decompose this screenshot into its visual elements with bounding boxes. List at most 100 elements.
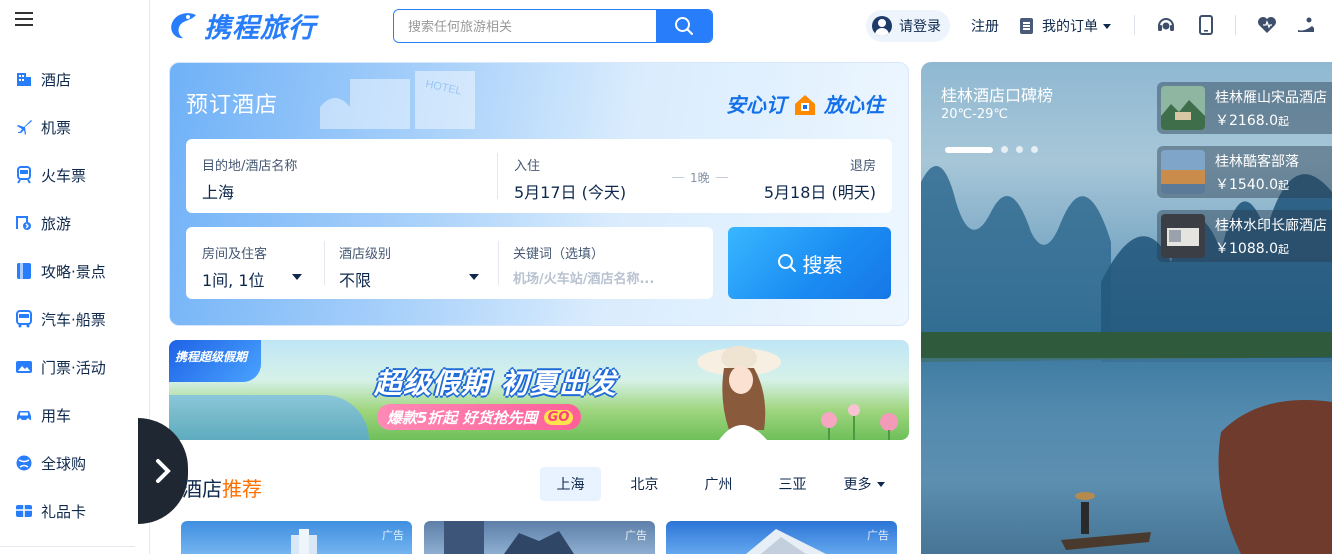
sidebar-item-label: 礼品卡 — [41, 502, 87, 521]
hotel-photo — [291, 529, 317, 554]
keyword-placeholder: 机场/火车站/酒店名称... — [513, 272, 655, 287]
keyword-input[interactable]: 关键词（选填） 机场/火车站/酒店名称... — [499, 227, 713, 299]
checkin-field[interactable]: 入住 5月17日 (今天) — [498, 139, 658, 213]
sidebar-item-bus[interactable]: 汽车·船票 — [0, 299, 150, 339]
ticket-icon — [15, 358, 33, 376]
sidebar-item-gift-card[interactable]: 礼品卡 — [0, 491, 150, 531]
destination-date-row: 目的地/酒店名称 上海 入住 5月17日 (今天) 1晚 退房 5月18日 (明… — [186, 139, 892, 213]
tab-city-beijing[interactable]: 北京 — [614, 467, 675, 501]
hotel-search-button[interactable]: 搜索 — [728, 227, 891, 299]
carousel-dot[interactable] — [1001, 146, 1008, 153]
ctrip-logo[interactable]: 携程旅行 — [168, 6, 316, 44]
star-level-label: 酒店级别 — [339, 247, 392, 262]
search-icon — [777, 254, 796, 272]
chevron-down-icon — [1103, 23, 1111, 29]
tab-city-guangzhou[interactable]: 广州 — [688, 467, 749, 501]
customer-service-icon[interactable] — [1156, 15, 1176, 35]
scenic-title: 桂林酒店口碑榜 — [941, 86, 1054, 105]
register-link[interactable]: 注册 — [971, 16, 999, 36]
guests-filter-row: 房间及住客 1间, 1位 酒店级别 不限 关键词（选填） 机场/火车站/酒店名称… — [186, 227, 713, 299]
flowers-illustration — [821, 404, 898, 440]
accessibility-icon[interactable] — [1296, 15, 1316, 35]
search-input[interactable] — [394, 10, 656, 42]
checkin-date: 5月17日 (今天) — [514, 183, 627, 202]
hotel-name: 桂林水印长廊酒店 — [1215, 217, 1327, 234]
nights-count: 1晚 — [666, 169, 734, 186]
tab-city-sanya[interactable]: 三亚 — [762, 467, 823, 501]
destination-hero-panel[interactable]: 桂林酒店口碑榜 20℃-29℃ 桂林雁山宋品酒店 ￥2168.0起 桂林酷客部落… — [921, 62, 1332, 554]
sidebar-item-flight[interactable]: 机票 — [0, 107, 150, 147]
my-orders-dropdown[interactable]: 我的订单 — [1020, 16, 1111, 36]
search-button[interactable] — [656, 10, 712, 42]
carousel-dot-active[interactable] — [945, 146, 993, 153]
mobile-app-icon[interactable] — [1196, 15, 1216, 35]
lake-illustration — [169, 395, 369, 440]
star-level-dropdown[interactable]: 酒店级别 不限 — [325, 227, 497, 299]
logo-text: 携程旅行 — [204, 12, 316, 44]
chevron-down-icon — [876, 481, 885, 487]
sidebar-item-label: 旅游 — [41, 214, 72, 233]
avatar-icon — [872, 16, 892, 36]
sidebar-item-car[interactable]: 用车 — [0, 395, 150, 435]
slogan-left: 安心订 — [726, 93, 786, 117]
slogan-right: 放心住 — [824, 93, 884, 117]
login-button[interactable]: 请登录 — [866, 10, 950, 42]
sidebar-item-travel[interactable]: 旅游 — [0, 203, 150, 243]
promo-banner[interactable]: 携程超级假期 超级假期 初夏出发 爆款5折起 好货抢先囤 GO — [169, 340, 909, 440]
sidebar-item-label: 全球购 — [41, 454, 87, 473]
search-label: 搜索 — [802, 252, 843, 277]
promo-headline: 超级假期 初夏出发 — [374, 367, 617, 400]
favorite-heart-icon[interactable] — [1257, 15, 1277, 35]
recommended-hotel-card[interactable]: 广告 — [424, 521, 655, 554]
carousel-dot[interactable] — [1031, 146, 1038, 153]
hotel-photo — [746, 529, 826, 554]
hotel-icon — [15, 70, 33, 88]
ranked-hotel-card[interactable]: 桂林水印长廊酒店 ￥1088.0起 — [1157, 210, 1332, 262]
ranked-hotel-card[interactable]: 桂林雁山宋品酒店 ￥2168.0起 — [1157, 82, 1332, 134]
hotel-name: 桂林雁山宋品酒店 — [1215, 89, 1327, 106]
sidebar-item-global-shop[interactable]: 全球购 — [0, 443, 150, 483]
guests-label: 房间及住客 — [202, 247, 268, 262]
checkout-field[interactable]: 退房 5月18日 (明天) — [746, 139, 892, 213]
order-icon — [1020, 18, 1033, 34]
destination-field[interactable]: 目的地/酒店名称 上海 — [186, 139, 496, 213]
recommended-hotel-card[interactable]: 广告 — [181, 521, 412, 554]
menu-icon[interactable] — [15, 12, 33, 28]
recommended-hotel-card[interactable]: 广告 — [666, 521, 897, 554]
sidebar-item-label: 火车票 — [41, 166, 87, 185]
sidebar-item-guide[interactable]: 攻略·景点 — [0, 251, 150, 291]
hotel-photo — [444, 521, 574, 554]
dolphin-logo-icon — [171, 13, 196, 39]
guests-dropdown[interactable]: 房间及住客 1间, 1位 — [186, 227, 323, 299]
chevron-right-icon — [156, 459, 171, 483]
chevron-down-icon — [292, 274, 302, 280]
sidebar-item-label: 用车 — [41, 406, 72, 425]
more-cities-dropdown[interactable]: 更多 — [834, 467, 894, 501]
tab-city-shanghai[interactable]: 上海 — [540, 467, 601, 501]
star-level-value: 不限 — [339, 271, 372, 290]
login-label: 请登录 — [899, 19, 941, 35]
hotel-booking-panel: HOTEL 预订酒店 安心订 放心住 目的地/酒店名称 上海 入住 5月17日 … — [169, 62, 909, 326]
scenic-temperature: 20℃-29℃ — [941, 107, 1008, 122]
sidebar-item-hotel[interactable]: 酒店 — [0, 59, 150, 99]
sidebar: 酒店 机票 火车票 旅游 攻略·景点 汽车·船票 门票·活动 用车 全球购 礼品… — [0, 0, 150, 554]
globe-icon — [15, 454, 33, 472]
promo-tag: 携程超级假期 — [169, 340, 261, 382]
house-icon — [795, 94, 815, 115]
ctrip-homepage: 酒店 机票 火车票 旅游 攻略·景点 汽车·船票 门票·活动 用车 全球购 礼品… — [0, 0, 1332, 554]
ranked-hotel-card[interactable]: 桂林酷客部落 ￥1540.0起 — [1157, 146, 1332, 198]
carousel-dot[interactable] — [1016, 146, 1023, 153]
destination-label: 目的地/酒店名称 — [202, 159, 298, 174]
sidebar-item-train[interactable]: 火车票 — [0, 155, 150, 195]
chevron-down-icon — [469, 274, 479, 280]
hotel-building-illustration: HOTEL — [320, 71, 475, 129]
divider — [0, 546, 135, 547]
bus-icon — [15, 310, 33, 328]
divider — [1134, 15, 1135, 35]
checkout-label: 退房 — [849, 159, 876, 174]
slogan: 安心订 放心住 — [726, 89, 884, 118]
sidebar-item-ticket[interactable]: 门票·活动 — [0, 347, 150, 387]
travel-icon — [15, 214, 33, 232]
promo-subline: 爆款5折起 好货抢先囤 GO — [377, 404, 582, 430]
guests-value: 1间, 1位 — [202, 271, 265, 290]
